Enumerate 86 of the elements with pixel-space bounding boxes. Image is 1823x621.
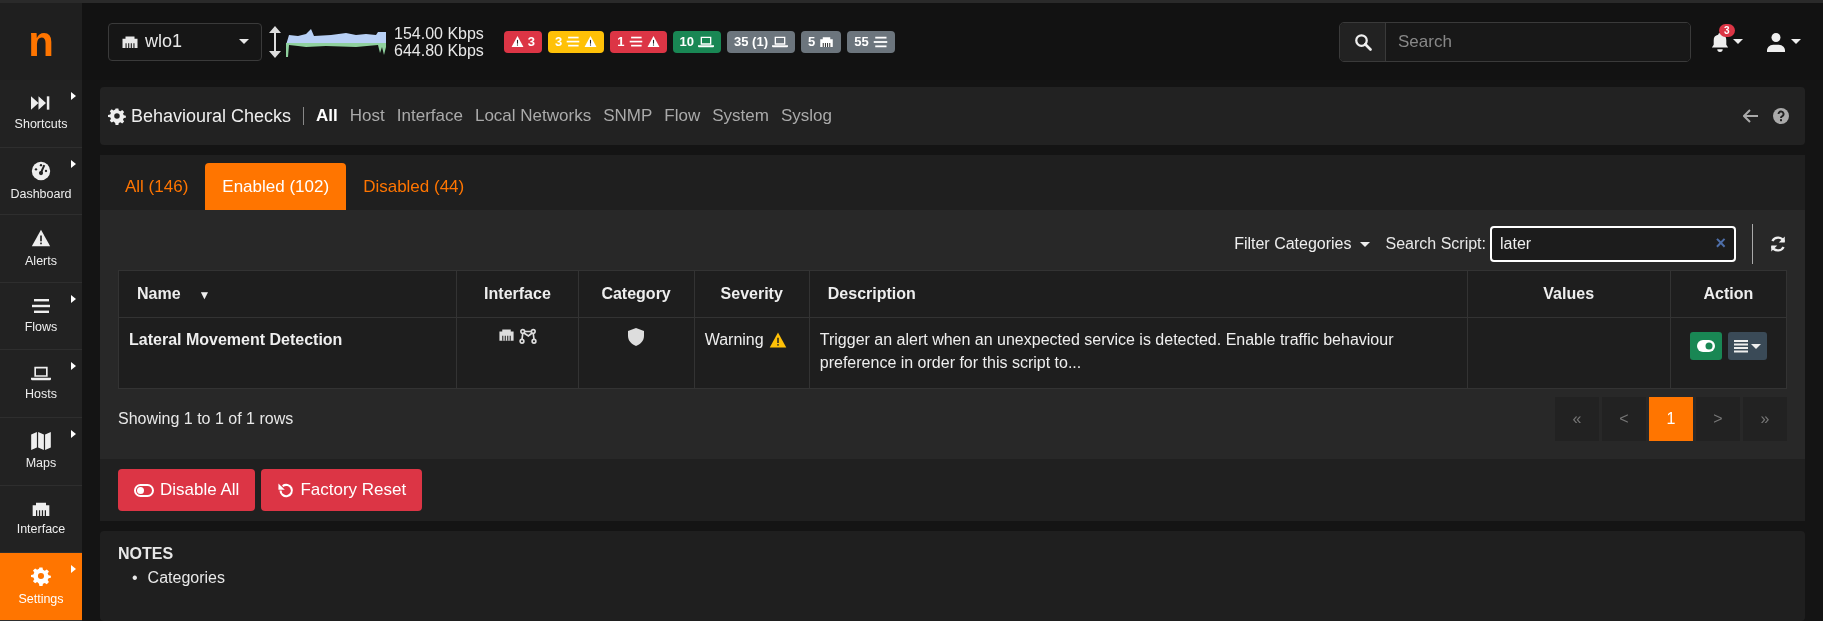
subsection-link[interactable]: Interface [396, 106, 463, 126]
user-icon [1767, 31, 1785, 52]
laptop-icon [698, 35, 715, 48]
list-icon [872, 35, 888, 48]
download-rate: 644.80 Kbps [394, 41, 484, 59]
column-header[interactable]: Category [578, 270, 695, 318]
subsection-link[interactable]: Host [349, 106, 385, 126]
refresh-icon [1769, 235, 1787, 253]
undo-icon [277, 481, 295, 499]
laptop-icon [31, 366, 51, 382]
subsection-link[interactable]: SNMP [603, 106, 653, 126]
column-header[interactable]: Values [1467, 270, 1671, 318]
subsection-link[interactable]: Local Networks [474, 106, 592, 126]
gauge-icon [31, 160, 51, 181]
description-cell: Trigger an alert when an unexpected service is detected. Enable traffic behaviour preference in order for this script to... [809, 317, 1468, 389]
warning-icon [584, 35, 598, 48]
warning-icon [768, 330, 787, 349]
counter-badge[interactable]: 3 [503, 30, 543, 53]
search-script-label: Search Script: [1385, 235, 1486, 253]
toggle-icon [134, 483, 154, 497]
toggle-button[interactable] [1689, 332, 1722, 360]
column-header[interactable]: Interface [456, 270, 579, 318]
subsection-link[interactable]: System [712, 106, 769, 126]
help-icon [1773, 108, 1789, 124]
list-icon [628, 35, 643, 48]
list-icon [566, 35, 581, 48]
search-icon [1353, 32, 1372, 51]
gear-icon [31, 566, 51, 587]
sidebar-item[interactable]: Shortcuts [0, 80, 82, 148]
fast-forward-icon [31, 95, 51, 112]
rows-summary: Showing 1 to 1 of 1 rows [118, 410, 294, 428]
severity-text: Warning [704, 330, 764, 350]
filter-categories-dropdown[interactable]: Filter Categories [1234, 235, 1370, 253]
page-button[interactable]: « [1555, 397, 1599, 441]
laptop-icon [772, 35, 788, 48]
network-nodes-icon [518, 328, 537, 344]
gear-icon [108, 107, 126, 125]
interface-dropdown[interactable]: wlo1 [108, 22, 262, 61]
ethernet-port-icon [121, 34, 139, 49]
actions-menu-button[interactable] [1727, 332, 1767, 360]
list-icon [1733, 339, 1748, 353]
counter-badge[interactable]: 5 [801, 30, 842, 53]
column-header[interactable]: Name ▼ [118, 270, 457, 318]
sidebar-item[interactable]: Alerts [0, 215, 82, 283]
page-button[interactable]: < [1602, 397, 1646, 441]
list-icon [31, 298, 51, 315]
map-icon [31, 432, 51, 451]
sidebar-item[interactable]: Hosts [0, 350, 82, 418]
sidebar-item[interactable]: Dashboard [0, 147, 82, 216]
check-name-cell: Lateral Movement Detection [118, 317, 457, 389]
up-down-arrows-icon [268, 24, 282, 59]
filter-tab[interactable]: Disabled (44) [346, 163, 482, 210]
bullet: • [132, 568, 138, 588]
upload-rate: 154.00 Kbps [394, 24, 484, 42]
counter-badge[interactable]: 55 [847, 30, 895, 53]
subsection-link[interactable]: Syslog [780, 106, 832, 126]
page-title: Behavioural Checks [131, 105, 292, 127]
toggle-icon [1696, 340, 1715, 352]
column-header[interactable]: Severity [694, 270, 810, 318]
counter-badge[interactable]: 10 [672, 30, 722, 53]
notification-count: 3 [1719, 23, 1735, 37]
filter-tab[interactable]: All (146) [108, 163, 206, 210]
sidebar-item[interactable]: Flows [0, 282, 82, 351]
sidebar-item[interactable]: Maps [0, 417, 82, 486]
ethernet-port-icon [497, 328, 515, 341]
back-arrow-icon [1743, 109, 1759, 123]
notes-title: NOTES [118, 545, 175, 563]
warning-icon [510, 35, 524, 48]
counter-badge[interactable]: 35 (1) [727, 30, 795, 53]
disable-all-button[interactable]: Disable All [118, 469, 256, 511]
page-button[interactable]: > [1696, 397, 1740, 441]
page-button[interactable]: » [1743, 397, 1787, 441]
subsection-link[interactable]: All [316, 106, 338, 126]
warning-icon [646, 35, 660, 48]
subsection-link[interactable]: Flow [664, 106, 701, 126]
ethernet-port-icon [819, 35, 835, 48]
factory-reset-button[interactable]: Factory Reset [261, 469, 423, 511]
search-field[interactable]: Search [1339, 21, 1691, 62]
column-header[interactable]: Description [809, 270, 1468, 318]
counter-badge[interactable]: 1 [610, 30, 667, 53]
shield-icon [628, 328, 645, 346]
warning-icon [31, 228, 51, 249]
notes-item: Categories [147, 568, 225, 588]
column-header[interactable]: Action [1670, 270, 1787, 318]
ntopng-logo[interactable]: n [0, 3, 82, 80]
ethernet-port-icon [31, 501, 51, 517]
